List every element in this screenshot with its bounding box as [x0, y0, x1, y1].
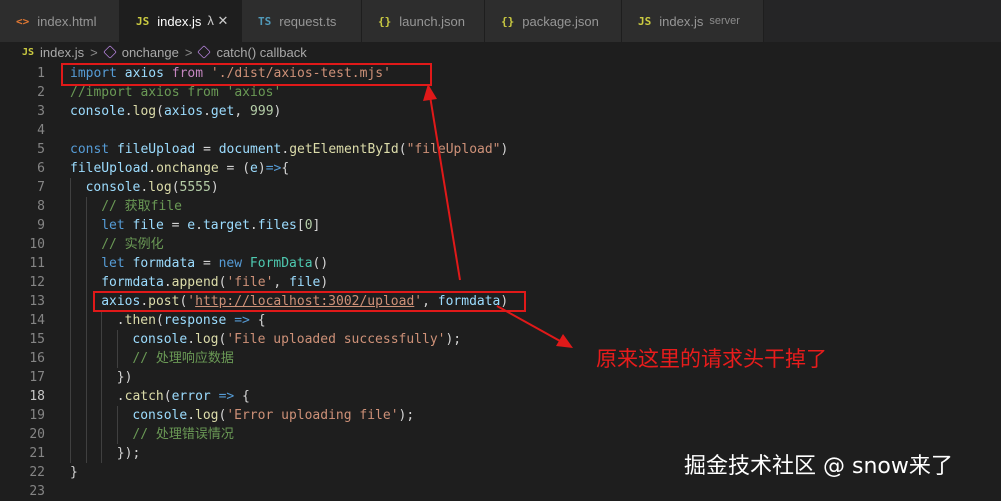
annotation-arrows	[423, 84, 573, 348]
arrow-to-note-line	[496, 305, 561, 342]
watermark: 掘金技术社区 @ snow来了	[684, 454, 953, 479]
arrow-to-import-line	[429, 95, 461, 281]
annotation-note: 原来这里的请求头干掉了	[596, 347, 827, 371]
arrow-to-import-head	[423, 84, 437, 101]
